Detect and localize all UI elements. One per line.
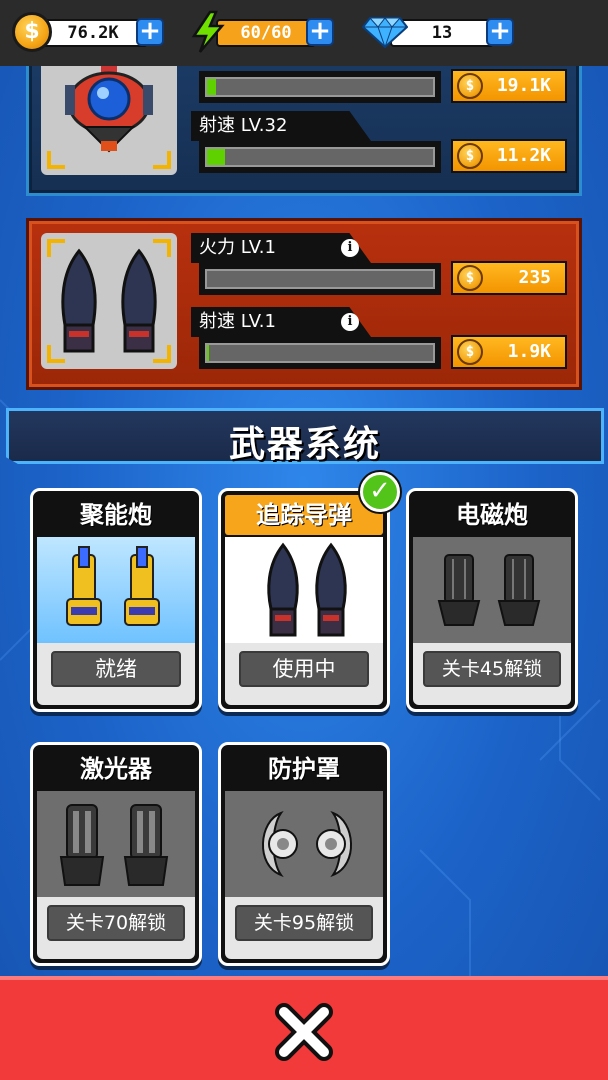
- info-icon[interactable]: i: [341, 239, 359, 257]
- weapon-thumbnail: [41, 233, 177, 369]
- upgrade-cost-button[interactable]: $ 235: [451, 261, 567, 295]
- coin-icon: $: [12, 12, 52, 52]
- weapon-card[interactable]: 聚能炮 就绪: [30, 488, 202, 712]
- weapon-status: 关卡45解锁: [423, 651, 561, 687]
- weapon-art: [225, 537, 383, 643]
- info-icon[interactable]: i: [341, 313, 359, 331]
- progress-bar: [199, 71, 441, 103]
- upgrade-cost-button[interactable]: $ 19.1K: [451, 69, 567, 103]
- weapon-system-header: 武器系统: [6, 408, 604, 464]
- progress-fill: [207, 149, 226, 165]
- weapon-art: [37, 537, 195, 643]
- ship-upgrade-panel: $ 19.1K 射速 LV.32 $ 11.2K: [26, 41, 582, 196]
- weapon-art: [225, 791, 383, 897]
- close-icon: [275, 1003, 333, 1061]
- lightning-icon: [191, 10, 225, 53]
- coin-icon: $: [457, 143, 483, 169]
- weapon-status: 使用中: [239, 651, 369, 687]
- coin-counter: 76.2K $ +: [12, 12, 164, 52]
- weapon-art: [37, 791, 195, 897]
- progress-bar: [199, 263, 441, 295]
- add-coins-button[interactable]: +: [136, 18, 164, 46]
- weapon-art: [413, 537, 571, 643]
- upgrade-cost-button[interactable]: $ 1.9K: [451, 335, 567, 369]
- shield-icon: [262, 810, 352, 878]
- coin-icon: $: [457, 265, 483, 291]
- homing-missile-icon: [267, 542, 347, 637]
- progress-bar: [199, 141, 441, 173]
- weapon-name: 聚能炮: [80, 501, 152, 529]
- weapon-card-locked[interactable]: 激光器 关卡70解锁: [30, 742, 202, 966]
- progress-fill: [207, 345, 210, 361]
- energy-counter: 60/60 +: [190, 10, 334, 53]
- diamond-icon: [362, 17, 408, 48]
- laser-icon: [59, 804, 169, 886]
- equipped-check-icon: ✓: [360, 472, 400, 512]
- weapon-name: 激光器: [80, 755, 152, 783]
- weapon-status: 关卡95解锁: [235, 905, 373, 941]
- section-title: 武器系统: [228, 424, 381, 465]
- weapon-status: 就绪: [51, 651, 181, 687]
- stat-label: 射速 LV.32: [191, 111, 371, 141]
- upgrade-cost-button[interactable]: $ 11.2K: [451, 139, 567, 173]
- close-button[interactable]: [272, 1000, 336, 1064]
- weapon-status: 关卡70解锁: [47, 905, 185, 941]
- energy-cannon-icon: [66, 546, 160, 626]
- weapon-upgrade-panel: 火力 LV.1 i $ 235 射速 LV.1 i $ 1.9K: [26, 218, 582, 390]
- weapon-card-equipped[interactable]: 追踪导弹 使用中: [218, 488, 390, 712]
- weapon-card-locked[interactable]: 防护罩 关卡95解锁: [218, 742, 390, 966]
- railgun-icon: [437, 554, 541, 626]
- progress-fill: [207, 79, 217, 95]
- add-gems-button[interactable]: +: [486, 18, 514, 46]
- coin-amount: 76.2K: [38, 19, 148, 47]
- close-bar: [0, 976, 608, 1080]
- add-energy-button[interactable]: +: [306, 18, 334, 46]
- coin-icon: $: [457, 339, 483, 365]
- progress-bar: [199, 337, 441, 369]
- gem-counter: 13 +: [362, 14, 514, 50]
- weapon-name: 防护罩: [268, 755, 340, 783]
- energy-amount: 60/60: [216, 19, 316, 47]
- resource-bar: 76.2K $ + 60/60 + 13 +: [0, 0, 608, 66]
- weapon-name: 追踪导弹: [225, 495, 383, 535]
- weapon-name: 电磁炮: [456, 501, 528, 529]
- coin-icon: $: [457, 73, 483, 99]
- weapon-card-locked[interactable]: 电磁炮 关卡45解锁: [406, 488, 578, 712]
